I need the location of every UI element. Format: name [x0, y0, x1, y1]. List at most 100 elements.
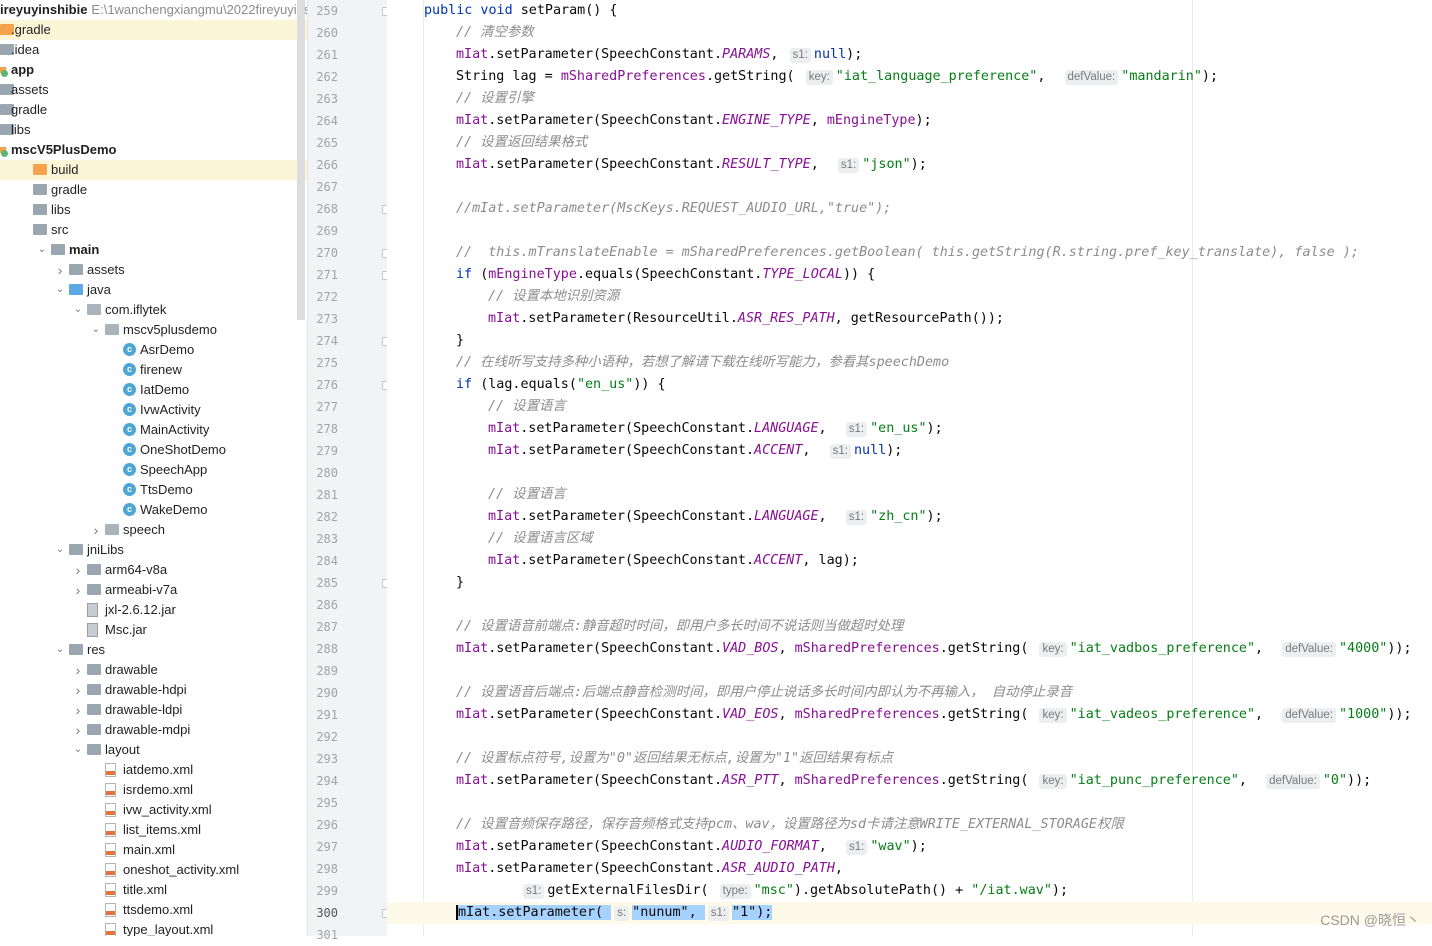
tree-item[interactable]: libs: [0, 120, 307, 140]
tree-item[interactable]: ivw_activity.xml: [0, 800, 307, 820]
tree-scrollbar[interactable]: [297, 0, 305, 320]
line-number[interactable]: 288: [308, 638, 338, 660]
tree-item[interactable]: title.xml: [0, 880, 307, 900]
tree-item[interactable]: ⌄ jniLibs: [0, 540, 307, 560]
code-line[interactable]: [387, 462, 1432, 484]
line-number[interactable]: 271: [308, 264, 338, 286]
code-line[interactable]: // 在线听写支持多种小语种，若想了解请下载在线听写能力，参看其speechDe…: [387, 352, 1432, 374]
tree-item[interactable]: jxl-2.6.12.jar: [0, 600, 307, 620]
code-line[interactable]: if (lag.equals("en_us")) {: [387, 374, 1432, 396]
tree-item[interactable]: list_items.xml: [0, 820, 307, 840]
code-line[interactable]: // 设置返回结果格式: [387, 132, 1432, 154]
line-number[interactable]: 301: [308, 924, 338, 946]
code-line[interactable]: [387, 176, 1432, 198]
line-number[interactable]: 287: [308, 616, 338, 638]
tree-item[interactable]: › drawable-ldpi: [0, 700, 307, 720]
chevron-right-icon[interactable]: ›: [90, 520, 102, 540]
tree-item[interactable]: .idea: [0, 40, 307, 60]
code-line[interactable]: // 设置音频保存路径，保存音频格式支持pcm、wav，设置路径为sd卡请注意W…: [387, 814, 1432, 836]
code-line[interactable]: [387, 220, 1432, 242]
line-number[interactable]: 262: [308, 66, 338, 88]
line-number[interactable]: 275: [308, 352, 338, 374]
code-line[interactable]: mIat.setParameter(ResourceUtil.ASR_RES_P…: [387, 308, 1432, 330]
tree-item[interactable]: c MainActivity: [0, 420, 307, 440]
code-line[interactable]: mIat.setParameter(SpeechConstant.PARAMS,…: [387, 44, 1432, 66]
code-line[interactable]: mIat.setParameter(SpeechConstant.VAD_BOS…: [387, 638, 1432, 660]
code-line[interactable]: // 设置语音后端点:后端点静音检测时间，即用户停止说话多长时间内即认为不再输入…: [387, 682, 1432, 704]
tree-item[interactable]: libs: [0, 200, 307, 220]
line-number[interactable]: 267: [308, 176, 338, 198]
chevron-down-icon[interactable]: ⌄: [72, 740, 84, 760]
tree-item[interactable]: › arm64-v8a: [0, 560, 307, 580]
code-line[interactable]: // 设置语言: [387, 484, 1432, 506]
code-line[interactable]: }: [387, 572, 1432, 594]
tree-item[interactable]: c firenew: [0, 360, 307, 380]
chevron-right-icon[interactable]: ›: [72, 660, 84, 680]
tree-item[interactable]: assets: [0, 80, 307, 100]
line-number[interactable]: 269: [308, 220, 338, 242]
line-number[interactable]: 273: [308, 308, 338, 330]
tree-item[interactable]: c SpeechApp: [0, 460, 307, 480]
tree-item[interactable]: app: [0, 60, 307, 80]
tree-item[interactable]: c IatDemo: [0, 380, 307, 400]
tree-item[interactable]: gradle: [0, 180, 307, 200]
line-number[interactable]: 266: [308, 154, 338, 176]
chevron-right-icon[interactable]: ›: [72, 560, 84, 580]
code-editor[interactable]: public void setParam() {// 清空参数 mIat.setP…: [387, 0, 1432, 936]
chevron-down-icon[interactable]: ⌄: [54, 540, 66, 560]
line-number[interactable]: 289: [308, 660, 338, 682]
chevron-right-icon[interactable]: ›: [72, 720, 84, 740]
chevron-down-icon[interactable]: ⌄: [54, 280, 66, 300]
code-line[interactable]: mIat.setParameter(SpeechConstant.ASR_PTT…: [387, 770, 1432, 792]
tree-item[interactable]: c OneShotDemo: [0, 440, 307, 460]
tree-item[interactable]: build: [0, 160, 307, 180]
code-line[interactable]: mIat.setParameter(SpeechConstant.ASR_AUD…: [387, 858, 1432, 880]
code-line[interactable]: s1: getExternalFilesDir( type: "msc").getA…: [387, 880, 1432, 902]
tree-item[interactable]: src: [0, 220, 307, 240]
chevron-right-icon[interactable]: ›: [72, 700, 84, 720]
code-line[interactable]: if (mEngineType.equals(SpeechConstant.TY…: [387, 264, 1432, 286]
chevron-down-icon[interactable]: ⌄: [90, 320, 102, 340]
tree-item[interactable]: ⌄ res: [0, 640, 307, 660]
line-number[interactable]: 290: [308, 682, 338, 704]
tree-item[interactable]: mscV5PlusDemo: [0, 140, 307, 160]
code-line[interactable]: // 清空参数: [387, 22, 1432, 44]
line-number[interactable]: 286: [308, 594, 338, 616]
line-number[interactable]: 297: [308, 836, 338, 858]
code-line[interactable]: // 设置标点符号,设置为"0"返回结果无标点,设置为"1"返回结果有标点: [387, 748, 1432, 770]
code-line[interactable]: // this.mTranslateEnable = mSharedPrefer…: [387, 242, 1432, 264]
line-number[interactable]: 264: [308, 110, 338, 132]
tree-item[interactable]: oneshot_activity.xml: [0, 860, 307, 880]
line-number[interactable]: 299: [308, 880, 338, 902]
line-number[interactable]: 277: [308, 396, 338, 418]
tree-item[interactable]: › speech: [0, 520, 307, 540]
tree-item[interactable]: ⌄ mscv5plusdemo: [0, 320, 307, 340]
tree-item[interactable]: ⌄ java: [0, 280, 307, 300]
code-line[interactable]: mIat.setParameter( s: "nunum", s1: "1");: [387, 902, 1432, 924]
tree-item[interactable]: gradle: [0, 100, 307, 120]
tree-item[interactable]: type_layout.xml: [0, 920, 307, 936]
tree-item[interactable]: Msc.jar: [0, 620, 307, 640]
chevron-right-icon[interactable]: ›: [54, 260, 66, 280]
code-line[interactable]: // 设置语言区域: [387, 528, 1432, 550]
tree-item[interactable]: ⌄ com.iflytek: [0, 300, 307, 320]
tree-item[interactable]: main.xml: [0, 840, 307, 860]
code-line[interactable]: // 设置引擎: [387, 88, 1432, 110]
chevron-down-icon[interactable]: ⌄: [36, 240, 48, 260]
line-number[interactable]: 261: [308, 44, 338, 66]
line-number[interactable]: 294: [308, 770, 338, 792]
tree-item[interactable]: isrdemo.xml: [0, 780, 307, 800]
tree-item[interactable]: c IvwActivity: [0, 400, 307, 420]
line-number[interactable]: 282: [308, 506, 338, 528]
tree-item[interactable]: › drawable-hdpi: [0, 680, 307, 700]
chevron-down-icon[interactable]: ⌄: [54, 640, 66, 660]
code-line[interactable]: mIat.setParameter(SpeechConstant.RESULT_…: [387, 154, 1432, 176]
line-number[interactable]: 298: [308, 858, 338, 880]
code-line[interactable]: [387, 924, 1432, 936]
code-line[interactable]: mIat.setParameter(SpeechConstant.LANGUAG…: [387, 506, 1432, 528]
code-line[interactable]: mIat.setParameter(SpeechConstant.LANGUAG…: [387, 418, 1432, 440]
code-line[interactable]: [387, 660, 1432, 682]
line-number[interactable]: 284: [308, 550, 338, 572]
tree-item[interactable]: › drawable: [0, 660, 307, 680]
tree-item[interactable]: c AsrDemo: [0, 340, 307, 360]
